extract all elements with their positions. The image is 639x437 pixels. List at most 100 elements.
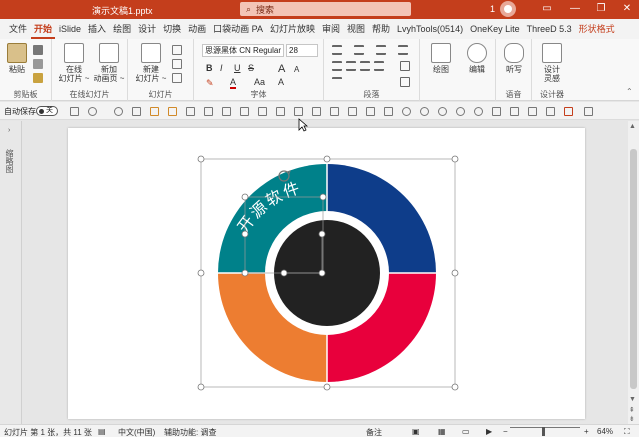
- underline-button[interactable]: U: [234, 63, 241, 73]
- scrollbar-thumb[interactable]: [630, 149, 637, 389]
- search-box[interactable]: ⌕ 搜索: [240, 2, 411, 16]
- handle-outer-bl[interactable]: [197, 383, 205, 391]
- normal-view-icon[interactable]: ▣: [412, 427, 420, 436]
- merge-union-icon[interactable]: [402, 107, 411, 116]
- zoom-out-icon[interactable]: −: [503, 427, 508, 436]
- paste-button[interactable]: 粘贴: [2, 43, 32, 74]
- copy-icon[interactable]: [33, 59, 43, 69]
- indent-icon[interactable]: [376, 45, 386, 55]
- bring-forward-icon[interactable]: [186, 107, 195, 116]
- text-direction-icon[interactable]: [400, 61, 410, 71]
- language-indicator[interactable]: 中文(中国): [118, 427, 155, 437]
- flip-icon[interactable]: [384, 107, 393, 116]
- zoom-slider[interactable]: [510, 427, 580, 428]
- handle-outer-ml[interactable]: [197, 269, 205, 277]
- format-painter-icon[interactable]: [33, 73, 43, 83]
- minimize-button[interactable]: —: [568, 2, 582, 16]
- align-left-icon[interactable]: [332, 61, 342, 71]
- spellcheck-icon[interactable]: ▤: [98, 427, 106, 436]
- rotate-icon[interactable]: [366, 107, 375, 116]
- office-addin-icon[interactable]: [564, 107, 573, 116]
- merge-subtract-icon[interactable]: [474, 107, 483, 116]
- numbering-icon[interactable]: [354, 45, 364, 55]
- new-animation-page-button[interactable]: 新加 动画页 ~: [92, 43, 126, 83]
- justify-icon[interactable]: [374, 61, 384, 71]
- cut-icon[interactable]: [33, 45, 43, 55]
- font-family-select[interactable]: 思源黑体 CN Regular: [202, 44, 284, 57]
- strikethrough-button[interactable]: S: [248, 63, 254, 73]
- expand-pane-icon[interactable]: ›: [8, 127, 10, 134]
- tab-animations[interactable]: 动画: [185, 19, 209, 39]
- text-box-icon[interactable]: [528, 107, 537, 116]
- align-bottom-icon[interactable]: [294, 107, 303, 116]
- slideshow-icon[interactable]: ▶: [486, 427, 492, 436]
- columns-icon[interactable]: [332, 77, 342, 87]
- ribbon-display-icon[interactable]: ▭: [540, 2, 554, 16]
- group-objects-icon[interactable]: [150, 107, 159, 116]
- font-color-button[interactable]: A: [230, 77, 237, 89]
- tab-pocket-animation[interactable]: 口袋动画 PA: [210, 19, 266, 39]
- prev-slide-icon[interactable]: ⇞: [629, 406, 635, 414]
- line-spacing-icon[interactable]: [398, 45, 408, 55]
- zoom-in-icon[interactable]: +: [584, 427, 589, 436]
- scroll-up-icon[interactable]: ▲: [629, 123, 636, 130]
- tab-slideshow[interactable]: 幻灯片放映: [267, 19, 318, 39]
- crop-icon[interactable]: [492, 107, 501, 116]
- save-icon[interactable]: [70, 107, 79, 116]
- tab-threed[interactable]: ThreeD 5.3: [524, 19, 575, 39]
- handle-outer-bm[interactable]: [323, 383, 331, 391]
- handle-inner-tr[interactable]: [319, 193, 327, 201]
- align-center-icon[interactable]: [346, 61, 356, 71]
- handle-outer-tm[interactable]: [323, 155, 331, 163]
- customize-qat-icon[interactable]: [584, 107, 593, 116]
- shape-outline-icon[interactable]: [546, 107, 555, 116]
- tab-file[interactable]: 文件: [6, 19, 30, 39]
- shrink-font-button[interactable]: A: [294, 65, 299, 74]
- accessibility-indicator[interactable]: 辅助功能: 调查: [164, 427, 216, 437]
- handle-inner-bm[interactable]: [280, 269, 288, 277]
- handle-outer-tr[interactable]: [451, 155, 459, 163]
- layout-icon[interactable]: [172, 45, 182, 55]
- handle-inner-bl[interactable]: [241, 269, 249, 277]
- picture-icon[interactable]: [510, 107, 519, 116]
- align-center-obj-icon[interactable]: [330, 107, 339, 116]
- change-case-button[interactable]: Aa: [254, 77, 265, 87]
- section-icon[interactable]: [172, 73, 182, 83]
- tab-help[interactable]: 帮助: [369, 19, 393, 39]
- thumbnail-pane-collapsed[interactable]: › 缩略图: [0, 121, 22, 424]
- new-slide-button[interactable]: 新建 幻灯片 ~: [134, 43, 168, 83]
- undo-icon[interactable]: [88, 107, 97, 116]
- align-top-icon[interactable]: [258, 107, 267, 116]
- avatar[interactable]: [500, 1, 516, 17]
- tab-view[interactable]: 视图: [344, 19, 368, 39]
- merge-intersect-icon[interactable]: [456, 107, 465, 116]
- scroll-down-icon[interactable]: ▼: [629, 396, 636, 403]
- handle-inner-mr[interactable]: [318, 230, 326, 238]
- handle-outer-mr[interactable]: [451, 269, 459, 277]
- align-right-obj-icon[interactable]: [348, 107, 357, 116]
- merge-fragment-icon[interactable]: [438, 107, 447, 116]
- close-button[interactable]: ✕: [620, 2, 634, 16]
- distribute-v-icon[interactable]: [240, 107, 249, 116]
- collapse-ribbon-icon[interactable]: ⌃: [626, 87, 633, 96]
- design-ideas-button[interactable]: 设计 灵感: [537, 43, 567, 83]
- notes-button[interactable]: 备注: [366, 427, 382, 437]
- tab-design[interactable]: 设计: [135, 19, 159, 39]
- reset-icon[interactable]: [172, 59, 182, 69]
- font-size-select[interactable]: 28: [286, 44, 318, 57]
- slide-sorter-icon[interactable]: ▦: [438, 427, 446, 436]
- tab-transitions[interactable]: 切换: [160, 19, 184, 39]
- align-left-obj-icon[interactable]: [312, 107, 321, 116]
- reading-view-icon[interactable]: ▭: [462, 427, 470, 436]
- zoom-slider-knob[interactable]: [542, 427, 545, 436]
- highlight-button[interactable]: ✎: [206, 78, 214, 89]
- distribute-h-icon[interactable]: [222, 107, 231, 116]
- tab-lvyhtools[interactable]: LvyhTools(0514): [394, 19, 466, 39]
- tab-home[interactable]: 开始: [31, 19, 56, 39]
- handle-inner-tl[interactable]: [241, 193, 249, 201]
- ring-diagram[interactable]: 开源软件: [190, 150, 468, 400]
- redo-icon[interactable]: [114, 107, 123, 116]
- online-slides-button[interactable]: 在线 幻灯片 ~: [58, 43, 90, 83]
- editing-button[interactable]: 编辑: [462, 43, 492, 74]
- align-right-icon[interactable]: [360, 61, 370, 71]
